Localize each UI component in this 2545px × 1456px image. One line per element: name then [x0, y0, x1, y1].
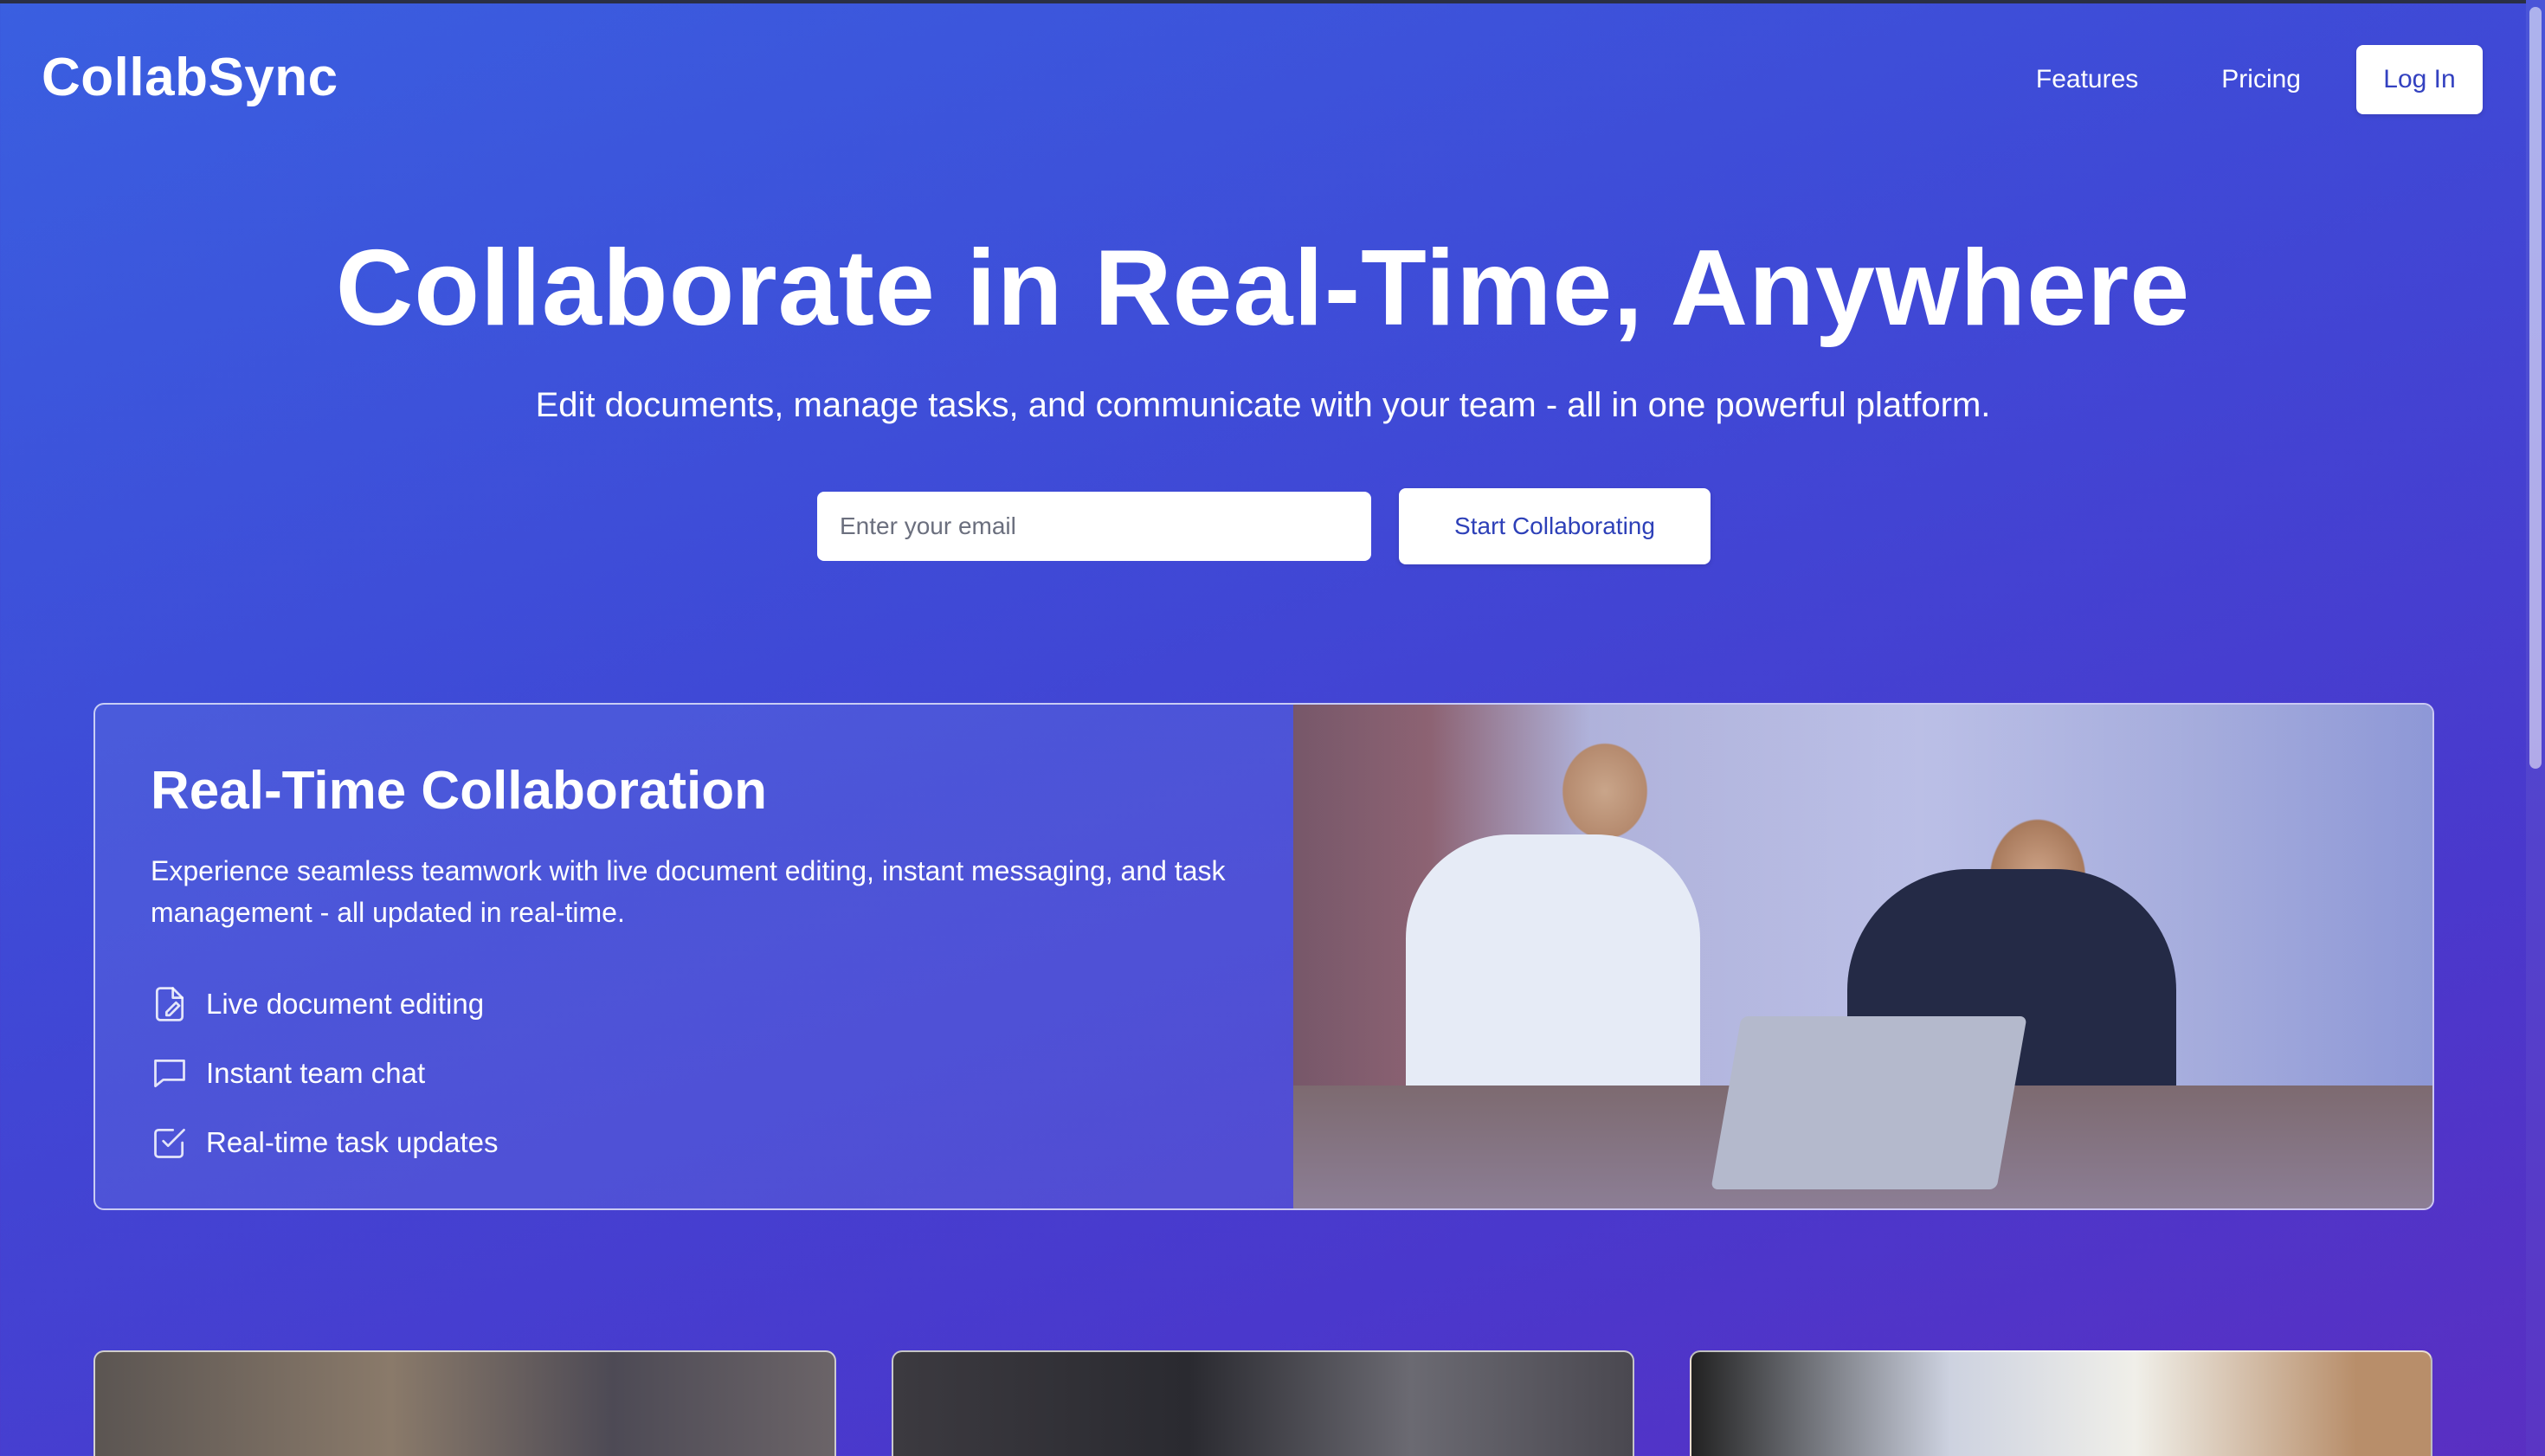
document-edit-icon	[155, 987, 184, 1021]
bottom-card-photo-1	[93, 1350, 836, 1456]
scrollbar-thumb[interactable]	[2529, 7, 2542, 769]
page-scrollbar[interactable]	[2526, 0, 2545, 1456]
feature-title: Real-Time Collaboration	[151, 761, 767, 821]
logo[interactable]: CollabSync	[42, 47, 338, 108]
feature-item-label: Instant team chat	[206, 1057, 426, 1089]
hero-subtitle: Edit documents, manage tasks, and commun…	[535, 386, 1991, 424]
feature-item-label: Real-time task updates	[206, 1126, 499, 1158]
feature-card: Real-Time Collaboration Experience seaml…	[93, 703, 2434, 1210]
nav-pricing-link[interactable]: Pricing	[2221, 65, 2301, 94]
main-nav: Features Pricing Log In	[2036, 45, 2483, 114]
feature-description: Experience seamless teamwork with live d…	[151, 855, 1226, 928]
email-input[interactable]	[817, 492, 1371, 561]
nav-features-link[interactable]: Features	[2036, 65, 2138, 94]
chat-icon	[154, 1059, 185, 1088]
check-square-icon	[154, 1128, 185, 1158]
bottom-card-photo-2	[892, 1350, 1634, 1456]
bottom-card-photo-3	[1690, 1350, 2432, 1456]
team-high-five-photo	[1293, 705, 2432, 1208]
list-item: Instant team chat	[151, 1039, 499, 1108]
start-collaborating-button[interactable]: Start Collaborating	[1399, 488, 1711, 564]
login-button[interactable]: Log In	[2356, 45, 2483, 114]
hero-title: Collaborate in Real-Time, Anywhere	[335, 229, 2191, 348]
feature-text: Real-Time Collaboration Experience seaml…	[95, 705, 1293, 1208]
feature-list: Live document editing Instant team chat …	[151, 970, 499, 1177]
photo-laptop	[1711, 1016, 2027, 1189]
site-header: CollabSync Features Pricing Log In	[0, 3, 2526, 151]
feature-item-label: Live document editing	[206, 988, 485, 1020]
list-item: Live document editing	[151, 970, 499, 1039]
list-item: Real-time task updates	[151, 1108, 499, 1177]
